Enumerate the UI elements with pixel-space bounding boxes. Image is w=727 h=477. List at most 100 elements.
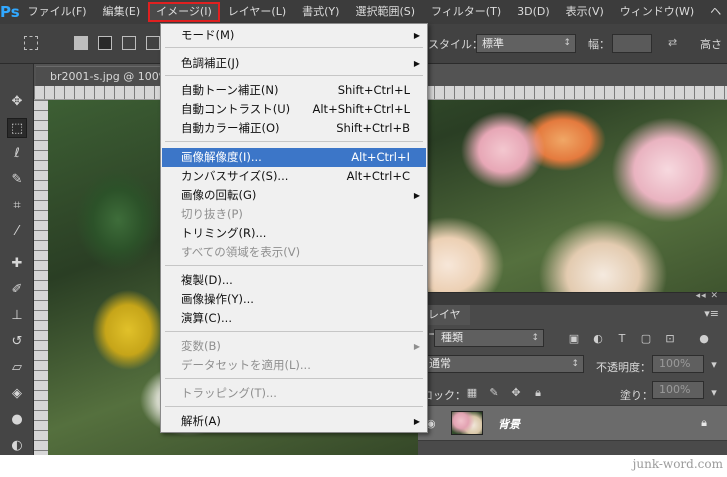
image-menu-dropdown: モード(M) ▶ 色調補正(J) ▶ 自動トーン補正(N) Shift+Ctrl+L …: [160, 23, 428, 433]
filter-smart-icon[interactable]: ⊡: [664, 333, 676, 345]
menu-item-auto-tone[interactable]: 自動トーン補正(N) Shift+Ctrl+L: [162, 81, 426, 100]
filter-kind-select[interactable]: 種類: [434, 329, 544, 347]
paint-bucket-icon[interactable]: ◈: [7, 384, 27, 404]
menu-filter[interactable]: フィルター(T): [423, 2, 509, 22]
marquee-preset-icon[interactable]: [24, 36, 38, 50]
item-label: トリミング(R)...: [181, 226, 267, 240]
lock-paint-icon[interactable]: ✎: [488, 387, 500, 399]
filter-adjust-icon[interactable]: ◐: [592, 333, 604, 345]
filter-shape-icon[interactable]: ▢: [640, 333, 652, 345]
opacity-input[interactable]: 100%: [652, 355, 704, 373]
item-label: 変数(B): [181, 339, 221, 353]
menu-item-crop: 切り抜き(P): [162, 205, 426, 224]
lock-move-icon[interactable]: ✥: [510, 387, 522, 399]
menu-separator: [165, 331, 423, 332]
brush-tool-icon[interactable]: ✐: [7, 280, 27, 300]
menu-separator: [165, 406, 423, 407]
layer-name: 背景: [498, 418, 520, 431]
blend-mode-select[interactable]: 通常: [422, 355, 584, 373]
menu-layer[interactable]: レイヤー(L): [220, 2, 294, 22]
panel-menu-icon[interactable]: ▾≡: [704, 307, 719, 320]
item-shortcut: Shift+Ctrl+B: [336, 121, 410, 135]
menu-item-trap: トラッピング(T)...: [162, 384, 426, 403]
filter-toggle-icon[interactable]: ●: [698, 333, 710, 345]
panel-collapse-strip: ◂◂ ✕: [418, 291, 727, 305]
add-selection-icon[interactable]: [98, 36, 112, 50]
menu-item-apply-data-set: データセットを適用(L)...: [162, 356, 426, 375]
eraser-tool-icon[interactable]: ▱: [7, 358, 27, 378]
menu-item-canvas-size[interactable]: カンバスサイズ(S)... Alt+Ctrl+C: [162, 167, 426, 186]
item-label: 画像解像度(I)...: [181, 150, 262, 164]
menu-item-image-rotation[interactable]: 画像の回転(G) ▶: [162, 186, 426, 205]
opacity-dropdown-icon[interactable]: ▾: [708, 359, 720, 371]
menu-window[interactable]: ウィンドウ(W): [612, 2, 702, 22]
item-label: 切り抜き(P): [181, 207, 243, 221]
collapse-icon[interactable]: ◂◂ ✕: [696, 291, 719, 301]
stamp-tool-icon[interactable]: ⊥: [7, 306, 27, 326]
item-shortcut: Alt+Ctrl+I: [351, 150, 410, 164]
menu-select[interactable]: 選択範囲(S): [347, 2, 423, 22]
menu-item-reveal-all: すべての領域を表示(V): [162, 243, 426, 262]
menu-file[interactable]: ファイル(F): [20, 2, 95, 22]
item-label: データセットを適用(L)...: [181, 358, 311, 372]
fill-input[interactable]: 100%: [652, 381, 704, 399]
menu-separator: [165, 75, 423, 76]
quick-select-tool-icon[interactable]: ✎: [7, 170, 27, 190]
history-brush-icon[interactable]: ↺: [7, 332, 27, 352]
menu-bar: Ps ファイル(F) 編集(E) イメージ(I) レイヤー(L) 書式(Y) 選…: [0, 0, 727, 24]
menu-help[interactable]: ヘ: [702, 2, 727, 22]
menu-separator: [165, 47, 423, 48]
dodge-tool-icon[interactable]: ◐: [7, 436, 27, 455]
style-select[interactable]: 標準: [476, 34, 576, 53]
swap-icon[interactable]: ⇄: [668, 36, 677, 49]
eyedropper-tool-icon[interactable]: ⁄: [7, 222, 27, 242]
document-tab[interactable]: br2001-s.jpg @ 100%: [36, 66, 160, 86]
new-selection-icon[interactable]: [74, 36, 88, 50]
blur-tool-icon[interactable]: ●: [7, 410, 27, 430]
opacity-label: 不透明度：: [596, 361, 651, 374]
menu-item-mode[interactable]: モード(M) ▶: [162, 26, 426, 45]
lock-transparent-icon[interactable]: ▦: [466, 387, 478, 399]
menu-item-image-size[interactable]: 画像解像度(I)... Alt+Ctrl+I: [162, 148, 426, 167]
item-label: 複製(D)...: [181, 273, 233, 287]
width-label: 幅：: [588, 38, 610, 51]
subtract-selection-icon[interactable]: [122, 36, 136, 50]
layer-background[interactable]: ◉ 背景 🔒︎: [418, 405, 727, 441]
page-footer: [0, 455, 727, 477]
filter-pixel-icon[interactable]: ▣: [568, 333, 580, 345]
menu-item-duplicate[interactable]: 複製(D)...: [162, 271, 426, 290]
item-label: 自動コントラスト(U): [181, 102, 291, 116]
lasso-tool-icon[interactable]: ℓ: [7, 144, 27, 164]
photoshop-window: Ps ファイル(F) 編集(E) イメージ(I) レイヤー(L) 書式(Y) 選…: [0, 0, 727, 455]
menu-item-apply-image[interactable]: 画像操作(Y)...: [162, 290, 426, 309]
healing-tool-icon[interactable]: ✚: [7, 254, 27, 274]
style-label: スタイル：: [428, 38, 483, 51]
item-shortcut: Alt+Shift+Ctrl+L: [312, 102, 411, 116]
item-label: 自動トーン補正(N): [181, 83, 279, 97]
item-label: 画像操作(Y)...: [181, 292, 254, 306]
menu-item-calculations[interactable]: 演算(C)...: [162, 309, 426, 328]
menu-3d[interactable]: 3D(D): [509, 2, 558, 22]
filter-type-icon[interactable]: T: [616, 333, 628, 345]
menu-item-auto-contrast[interactable]: 自動コントラスト(U) Alt+Shift+Ctrl+L: [162, 100, 426, 119]
menu-item-adjustments[interactable]: 色調補正(J) ▶: [162, 54, 426, 73]
menu-edit[interactable]: 編集(E): [95, 2, 149, 22]
menu-item-variables: 変数(B) ▶: [162, 337, 426, 356]
lock-all-icon[interactable]: 🔒︎: [532, 387, 544, 399]
blend-row: 通常 不透明度： 100% ▾: [418, 351, 727, 377]
menu-item-auto-color[interactable]: 自動カラー補正(O) Shift+Ctrl+B: [162, 119, 426, 138]
marquee-tool-icon[interactable]: ⬚: [7, 118, 27, 138]
menu-item-trim[interactable]: トリミング(R)...: [162, 224, 426, 243]
fill-dropdown-icon[interactable]: ▾: [708, 387, 720, 399]
menu-item-analysis[interactable]: 解析(A) ▶: [162, 412, 426, 431]
move-tool-icon[interactable]: ✥: [7, 92, 27, 112]
width-input[interactable]: [612, 34, 652, 53]
submenu-arrow-icon: ▶: [413, 342, 420, 351]
item-label: 色調補正(J): [181, 56, 240, 70]
intersect-selection-icon[interactable]: [146, 36, 160, 50]
menu-view[interactable]: 表示(V): [558, 2, 612, 22]
item-shortcut: Shift+Ctrl+L: [337, 83, 410, 97]
crop-tool-icon[interactable]: ⌗: [7, 196, 27, 216]
menu-image[interactable]: イメージ(I): [148, 2, 220, 22]
menu-type[interactable]: 書式(Y): [294, 2, 347, 22]
